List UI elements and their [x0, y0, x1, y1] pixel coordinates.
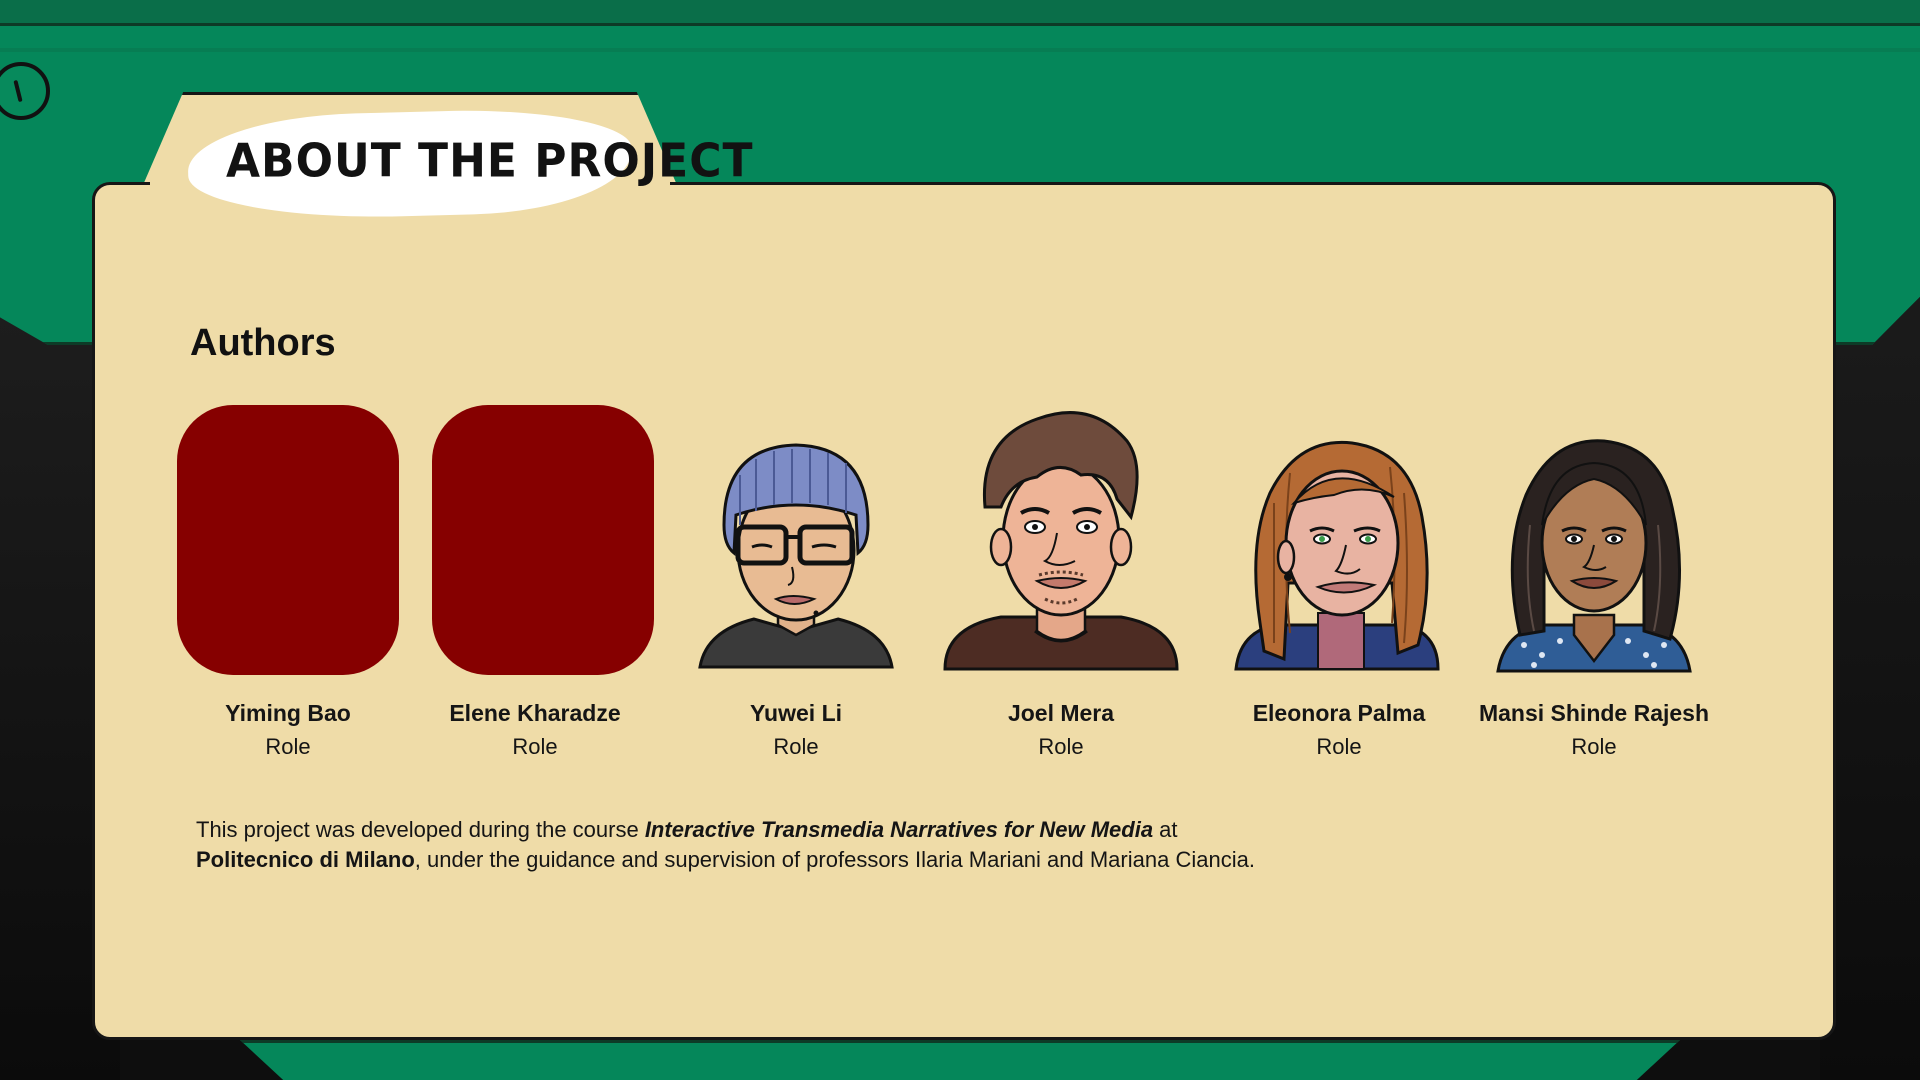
page-title: ABOUT THE PROJECT: [226, 134, 754, 189]
author-role: Role: [512, 734, 558, 759]
description-middle: at: [1153, 817, 1178, 842]
author-name: Mansi Shinde Rajesh: [1478, 700, 1710, 726]
author-card-eleonora-palma: Eleonora Palma Role: [1219, 405, 1459, 765]
author-name: Yiming Bao: [225, 700, 351, 726]
background-bottom-panel: [240, 1040, 1680, 1080]
author-portrait-illustration: [698, 443, 894, 669]
author-role: Role: [1571, 734, 1617, 759]
author-role: Role: [265, 734, 311, 759]
authors-heading: Authors: [190, 322, 336, 364]
institution-name: Politecnico di Milano: [196, 847, 415, 872]
course-name: Interactive Transmedia Narratives for Ne…: [644, 817, 1154, 842]
authors-list: Yiming Bao Role Elene Kharadze Role Yuwe…: [0, 405, 1920, 765]
author-portrait-placeholder: [177, 405, 399, 675]
author-name: Elene Kharadze: [449, 700, 621, 726]
background-top-band: [0, 0, 1920, 26]
author-role: Role: [773, 734, 819, 759]
description-prefix: This project was developed during the co…: [196, 817, 645, 842]
author-role: Role: [1316, 734, 1362, 759]
author-card-elene-kharadze: Elene Kharadze Role: [415, 405, 655, 765]
background-brush-stroke: [0, 48, 1920, 52]
author-portrait-illustration: [943, 411, 1179, 671]
author-name: Yuwei Li: [749, 700, 843, 726]
author-name: Joel Mera: [1007, 700, 1115, 726]
project-description: This project was developed during the co…: [196, 815, 1696, 875]
author-portrait-illustration: [1496, 439, 1692, 673]
author-card-joel-mera: Joel Mera Role: [941, 405, 1181, 765]
author-role: Role: [1038, 734, 1084, 759]
description-suffix: , under the guidance and supervision of …: [414, 847, 1255, 872]
author-card-yuwei-li: Yuwei Li Role: [676, 405, 916, 765]
author-portrait-placeholder: [432, 405, 654, 675]
author-portrait-illustration: [1234, 440, 1440, 671]
author-name: Eleonora Palma: [1252, 700, 1426, 726]
author-card-mansi-shinde-rajesh: Mansi Shinde Rajesh Role: [1474, 405, 1714, 765]
author-card-yiming-bao: Yiming Bao Role: [168, 405, 408, 765]
